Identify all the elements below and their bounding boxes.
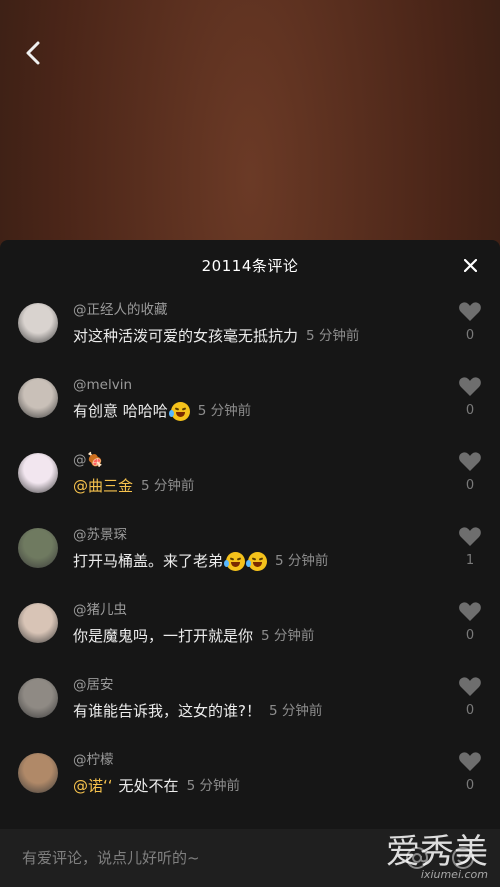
comment-username[interactable]: @居安 xyxy=(73,675,440,695)
like-count: 0 xyxy=(465,703,475,718)
comment-time: 5 分钟前 xyxy=(306,328,360,344)
comment-line: 对这种活泼可爱的女孩毫无抵抗力 5 分钟前 xyxy=(73,325,440,347)
comment-list: @正经人的收藏 对这种活泼可爱的女孩毫无抵抗力 5 分钟前 0 @melvin 有创意 哈… xyxy=(0,290,500,815)
comment-username[interactable]: @柠檬 xyxy=(73,750,440,770)
comment-line: @曲三金 5 分钟前 xyxy=(73,475,440,497)
watermark: 爱秀美 ixiumei.com xyxy=(386,834,488,881)
comment-text: 无处不在 xyxy=(118,777,179,795)
comment-count-title: 20114条评论 xyxy=(201,256,299,275)
comment-text: 打开马桶盖。来了老弟 xyxy=(73,552,224,570)
avatar[interactable] xyxy=(18,378,58,418)
comment-text: 有谁能告诉我，这女的谁?！ xyxy=(73,702,261,720)
like-button[interactable]: 0 xyxy=(456,375,484,418)
comment-input-bar: 爱秀美 ixiumei.com xyxy=(0,829,500,887)
comment-time: 5 分钟前 xyxy=(197,403,252,419)
comment-body: @柠檬 @诺ʻʻ 无处不在 5 分钟前 xyxy=(73,750,440,797)
like-count: 0 xyxy=(465,403,475,418)
comment-item[interactable]: @猪儿虫你是魔鬼吗，一打开就是你 5 分钟前 0 xyxy=(0,590,500,665)
comment-line: @诺ʻʻ 无处不在 5 分钟前 xyxy=(73,775,440,797)
comment-time: 5 分钟前 xyxy=(261,628,315,644)
heart-icon xyxy=(459,452,481,471)
heart-icon xyxy=(459,752,481,771)
comment-time: 5 分钟前 xyxy=(141,478,195,494)
laughing-emoji-icon xyxy=(246,551,268,571)
laughing-emoji-icon xyxy=(168,401,190,421)
comment-username[interactable]: @melvin xyxy=(73,375,440,395)
laughing-emoji-icon xyxy=(224,551,246,571)
avatar[interactable] xyxy=(18,678,58,718)
comment-username[interactable]: @苏景琛 xyxy=(73,525,440,545)
like-count: 0 xyxy=(465,778,475,793)
avatar[interactable] xyxy=(18,453,58,493)
comment-item[interactable]: @🍖 @曲三金 5 分钟前 0 xyxy=(0,440,500,515)
comment-line: 打开马桶盖。来了老弟 5 分钟前 xyxy=(73,550,440,572)
comment-text: 对这种活泼可爱的女孩毫无抵抗力 xyxy=(73,327,299,345)
comment-username[interactable]: @正经人的收藏 xyxy=(73,300,440,320)
comment-username[interactable]: @猪儿虫 xyxy=(73,600,440,620)
like-count: 1 xyxy=(465,553,475,568)
comment-time: 5 分钟前 xyxy=(186,778,240,794)
back-button[interactable] xyxy=(18,38,48,68)
heart-icon xyxy=(459,527,481,546)
comment-line: 有谁能告诉我，这女的谁?！ 5 分钟前 xyxy=(73,700,440,722)
like-count: 0 xyxy=(465,478,475,493)
like-button[interactable]: 0 xyxy=(456,300,484,343)
heart-icon xyxy=(459,602,481,621)
avatar[interactable] xyxy=(18,603,58,643)
like-button[interactable]: 0 xyxy=(456,750,484,793)
avatar[interactable] xyxy=(18,753,58,793)
chevron-left-icon xyxy=(26,41,40,65)
like-count: 0 xyxy=(465,628,475,643)
watermark-logo: 爱秀美 xyxy=(386,832,488,872)
comment-line: 有创意 哈哈哈 5 分钟前 xyxy=(73,400,440,422)
mention-link[interactable]: @诺ʻʻ xyxy=(73,775,113,797)
comment-text: 你是魔鬼吗，一打开就是你 xyxy=(73,627,254,645)
sheet-header: 20114条评论 xyxy=(0,240,500,290)
comment-body: @🍖 @曲三金 5 分钟前 xyxy=(73,450,440,497)
comment-item[interactable]: @苏景琛打开马桶盖。来了老弟 5 分钟前 1 xyxy=(0,515,500,590)
comment-time: 5 分钟前 xyxy=(268,703,323,719)
comment-line: 你是魔鬼吗，一打开就是你 5 分钟前 xyxy=(73,625,440,647)
comment-item[interactable]: @柠檬 @诺ʻʻ 无处不在 5 分钟前 0 xyxy=(0,740,500,815)
comments-sheet: 20114条评论 @正经人的收藏 对这种活泼可爱的女孩毫无抵抗力 5 分钟前 0 @me… xyxy=(0,240,500,887)
comment-body: @猪儿虫你是魔鬼吗，一打开就是你 5 分钟前 xyxy=(73,600,440,647)
like-button[interactable]: 0 xyxy=(456,600,484,643)
comment-input[interactable] xyxy=(22,849,352,867)
heart-icon xyxy=(459,677,481,696)
close-button[interactable] xyxy=(458,253,482,277)
like-button[interactable]: 0 xyxy=(456,450,484,493)
like-button[interactable]: 0 xyxy=(456,675,484,718)
comment-body: @正经人的收藏 对这种活泼可爱的女孩毫无抵抗力 5 分钟前 xyxy=(73,300,440,347)
comment-username[interactable]: @🍖 xyxy=(73,450,440,470)
comment-item[interactable]: @居安有谁能告诉我，这女的谁?！ 5 分钟前 0 xyxy=(0,665,500,740)
comment-time: 5 分钟前 xyxy=(275,553,329,569)
mention-link[interactable]: @曲三金 xyxy=(73,475,133,497)
comment-body: @居安有谁能告诉我，这女的谁?！ 5 分钟前 xyxy=(73,675,440,722)
comment-item[interactable]: @melvin 有创意 哈哈哈 5 分钟前 0 xyxy=(0,365,500,440)
comment-body: @melvin 有创意 哈哈哈 5 分钟前 xyxy=(73,375,440,422)
close-icon xyxy=(463,258,477,272)
avatar[interactable] xyxy=(18,303,58,343)
avatar[interactable] xyxy=(18,528,58,568)
comment-text: 有创意 哈哈哈 xyxy=(73,402,168,420)
like-count: 0 xyxy=(465,328,475,343)
comment-body: @苏景琛打开马桶盖。来了老弟 5 分钟前 xyxy=(73,525,440,572)
comment-item[interactable]: @正经人的收藏 对这种活泼可爱的女孩毫无抵抗力 5 分钟前 0 xyxy=(0,290,500,365)
heart-icon xyxy=(459,302,481,321)
heart-icon xyxy=(459,377,481,396)
like-button[interactable]: 1 xyxy=(456,525,484,568)
